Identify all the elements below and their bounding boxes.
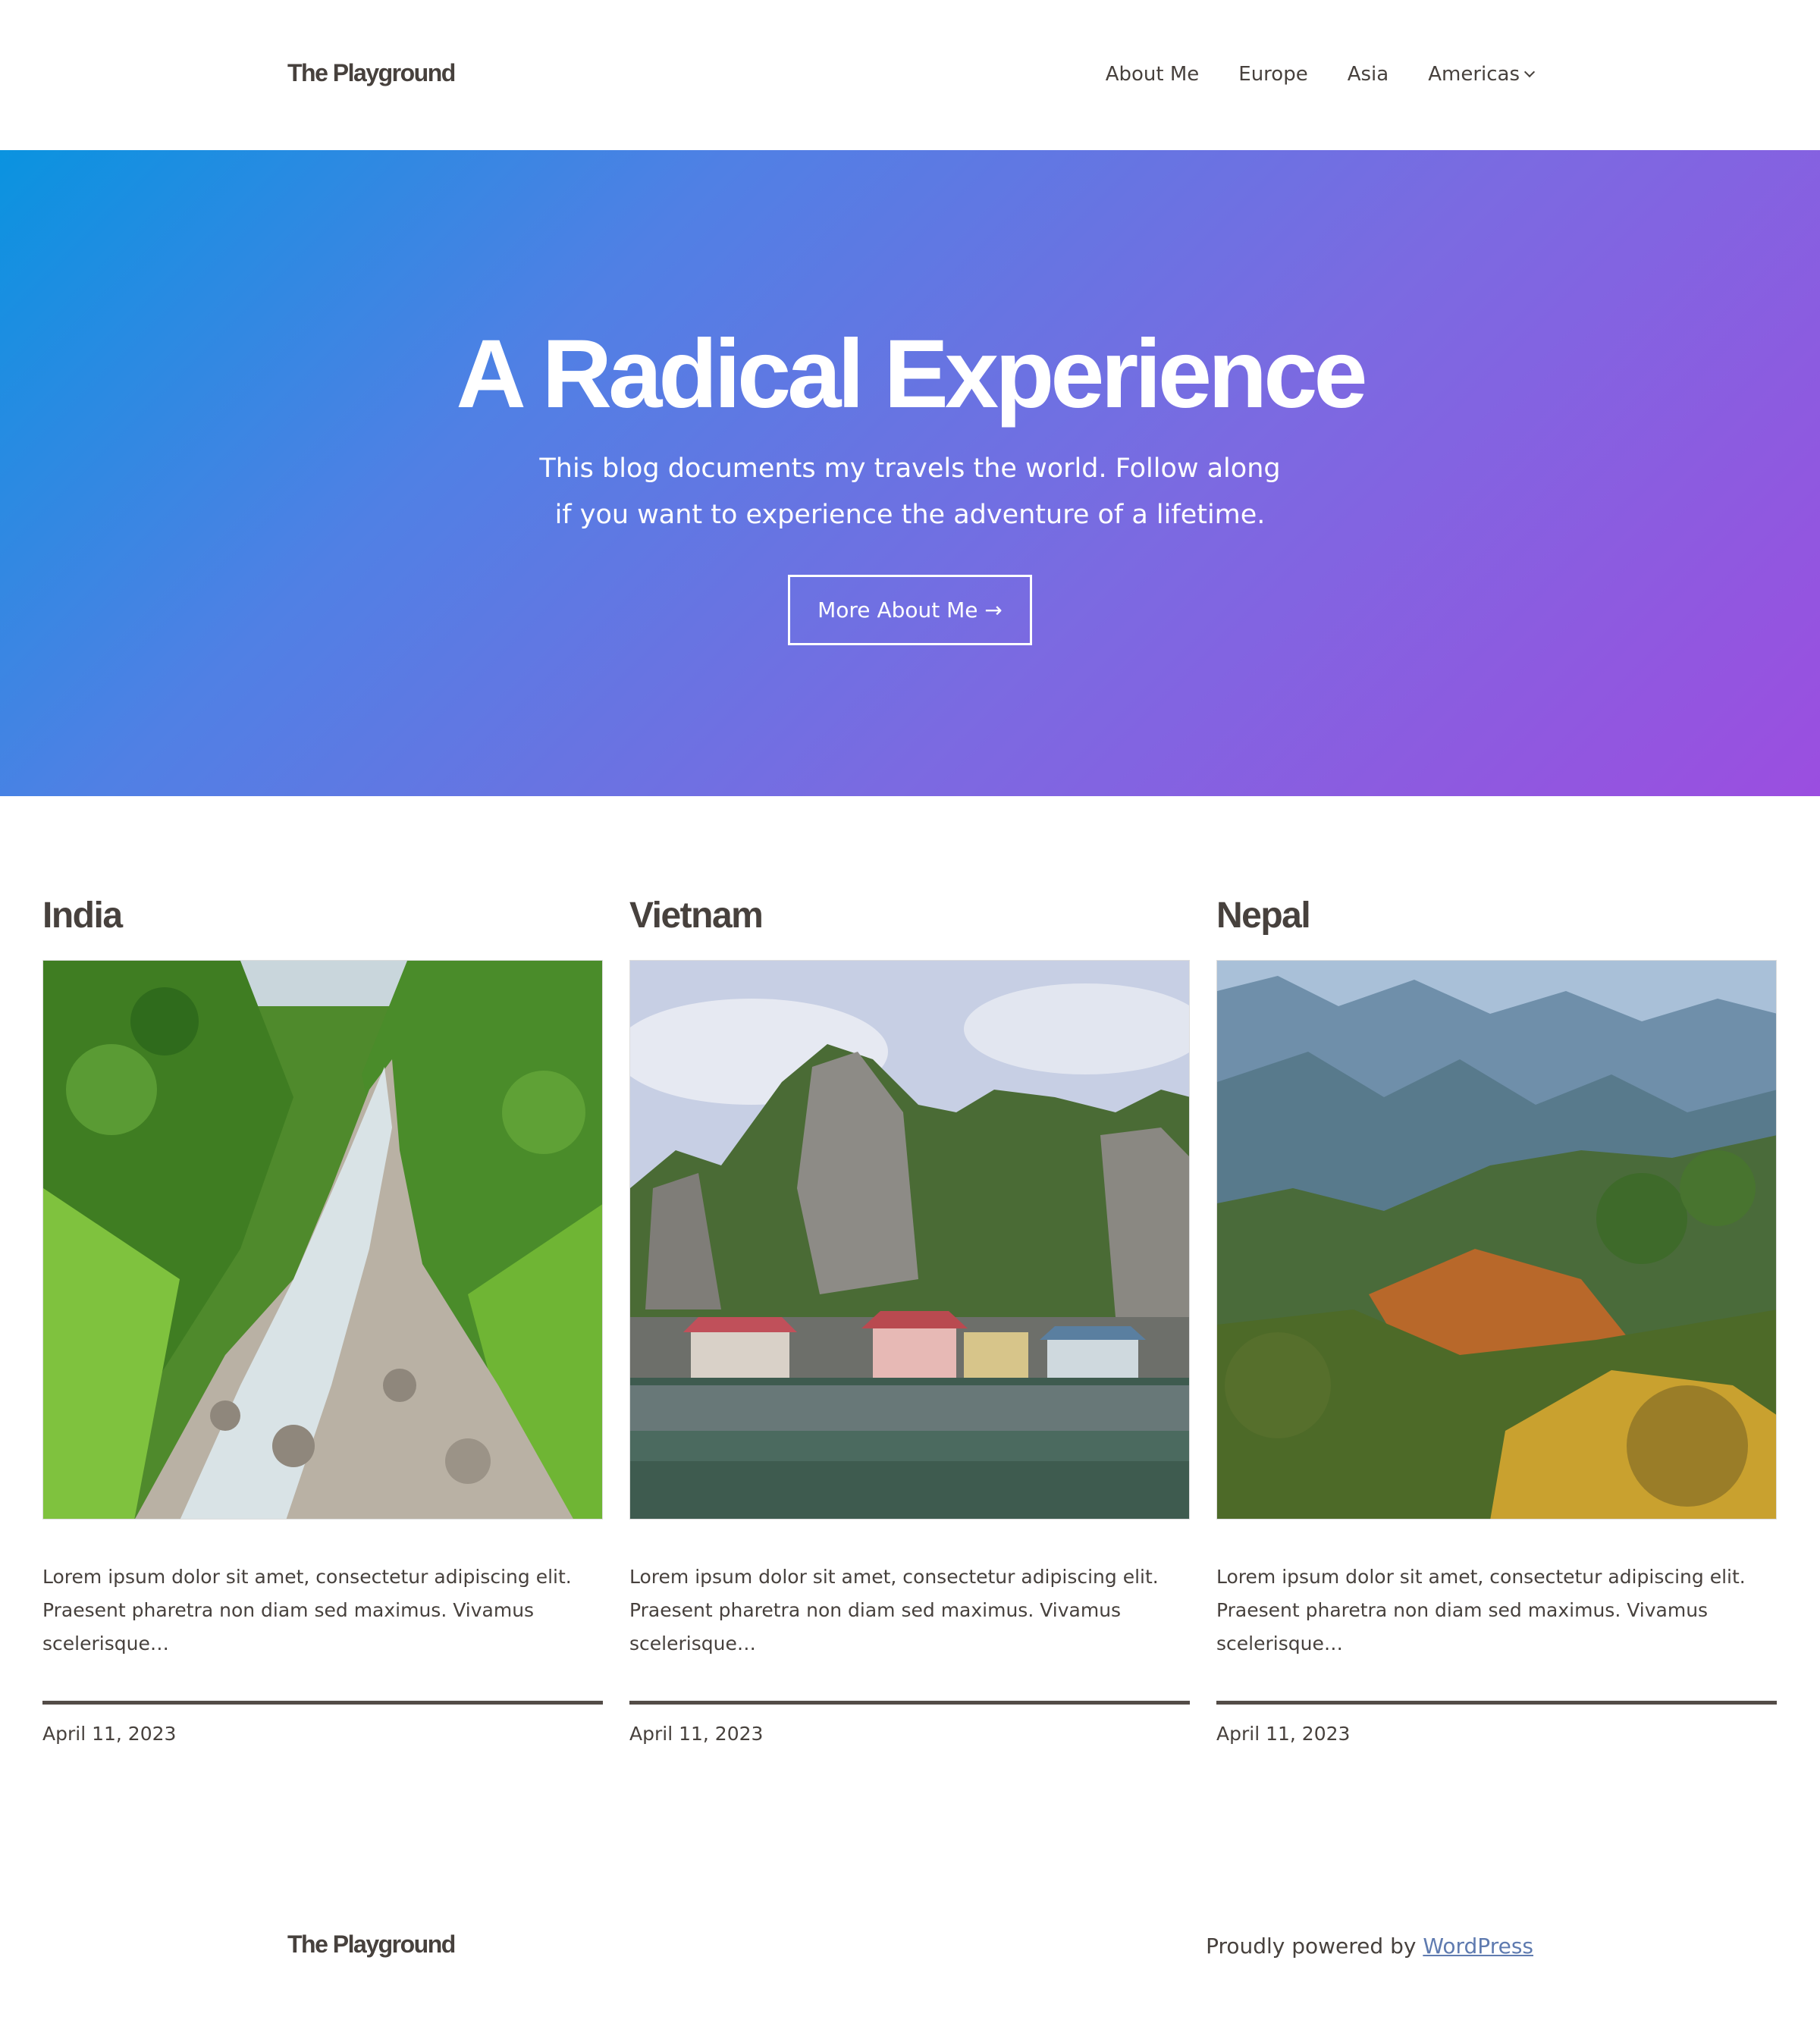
hero-subtitle: This blog documents my travels the world… bbox=[539, 453, 1281, 530]
post-card-nepal: Nepal Lorem ipsum dolor sit amet, consec… bbox=[1216, 895, 1777, 1745]
nav-item-americas[interactable]: Americas bbox=[1428, 63, 1536, 86]
post-date[interactable]: April 11, 2023 bbox=[629, 1723, 1190, 1745]
nav-item-about-me[interactable]: About Me bbox=[1106, 63, 1200, 86]
post-card-india: India Lorem ipsum dolor sit amet, consec… bbox=[42, 895, 603, 1745]
river-landscape-photo[interactable] bbox=[42, 960, 603, 1520]
hero-title: A Radical Experience bbox=[456, 320, 1367, 428]
footer-credit-text: Proudly powered by bbox=[1206, 1934, 1423, 1959]
site-header: The Playground About Me Europe Asia Amer… bbox=[0, 0, 1820, 150]
site-title[interactable]: The Playground bbox=[287, 59, 456, 87]
river-landscape-photo-art bbox=[43, 961, 602, 1519]
mountain-valley-photo-art bbox=[1217, 961, 1776, 1519]
karst-floating-village-photo-art bbox=[630, 961, 1189, 1519]
post-title[interactable]: Vietnam bbox=[629, 895, 1190, 960]
mountain-valley-photo[interactable] bbox=[1216, 960, 1777, 1520]
chevron-down-icon[interactable] bbox=[1523, 66, 1536, 78]
post-excerpt: Lorem ipsum dolor sit amet, consectetur … bbox=[1216, 1566, 1746, 1654]
post-excerpt: Lorem ipsum dolor sit amet, consectetur … bbox=[42, 1566, 572, 1654]
nav-item-europe[interactable]: Europe bbox=[1238, 63, 1307, 86]
post-date[interactable]: April 11, 2023 bbox=[1216, 1723, 1777, 1745]
karst-floating-village-photo[interactable] bbox=[629, 960, 1190, 1520]
post-divider bbox=[42, 1701, 603, 1705]
post-date[interactable]: April 11, 2023 bbox=[42, 1723, 603, 1745]
footer-credit: Proudly powered by WordPress bbox=[1206, 1934, 1533, 1959]
post-divider bbox=[1216, 1701, 1777, 1705]
post-title[interactable]: India bbox=[42, 895, 603, 960]
more-about-me-button[interactable]: More About Me → bbox=[788, 575, 1032, 645]
wordpress-link[interactable]: WordPress bbox=[1423, 1934, 1533, 1959]
hero-cover: A Radical Experience This blog documents… bbox=[0, 150, 1820, 796]
nav-item-asia[interactable]: Asia bbox=[1348, 63, 1389, 86]
post-card-vietnam: Vietnam Lorem ipsum dolor sit amet, cons… bbox=[629, 895, 1190, 1745]
post-title[interactable]: Nepal bbox=[1216, 895, 1777, 960]
post-divider bbox=[629, 1701, 1190, 1705]
main-navigation: About Me Europe Asia Americas bbox=[1106, 63, 1536, 86]
nav-item-americas-label: Americas bbox=[1428, 63, 1520, 86]
post-excerpt: Lorem ipsum dolor sit amet, consectetur … bbox=[629, 1566, 1159, 1654]
footer-site-title[interactable]: The Playground bbox=[287, 1930, 456, 1959]
